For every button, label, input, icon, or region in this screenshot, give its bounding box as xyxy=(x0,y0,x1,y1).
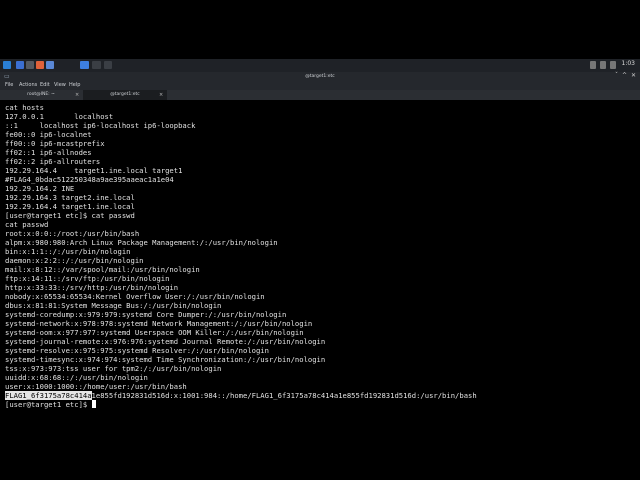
terminal-line: 192.29.164.2 INE xyxy=(5,184,75,193)
taskbar: 1:03 xyxy=(0,59,640,73)
terminal-line: systemd-coredump:x:979:979:systemd Core … xyxy=(5,310,287,319)
terminal-line: ff02::2 ip6-allrouters xyxy=(5,157,101,166)
terminal-line: 192.29.164.4 target1.ine.local target1 xyxy=(5,166,183,175)
terminal-line: http:x:33:33::/srv/http:/usr/bin/nologin xyxy=(5,283,179,292)
menu-bar xyxy=(0,81,640,90)
terminal-line: 192.29.164.3 target2.ine.local xyxy=(5,193,135,202)
terminal-line: fe00::0 ip6-localnet xyxy=(5,130,92,139)
terminal-line: #FLAG4_0bdac512250348a9ae395aaeac1a1e04 xyxy=(5,175,174,184)
terminal-line: root:x:0:0::/root:/usr/bin/bash xyxy=(5,229,140,238)
terminal-line: ff00::0 ip6-mcastprefix xyxy=(5,139,105,148)
text-cursor xyxy=(91,400,96,408)
terminal-line: mail:x:8:12::/var/spool/mail:/usr/bin/no… xyxy=(5,265,200,274)
workspace-2-icon[interactable] xyxy=(92,61,101,69)
terminal-line: systemd-journal-remote:x:976:976:systemd… xyxy=(5,337,326,346)
screen-icon[interactable] xyxy=(590,61,596,69)
terminal-line: systemd-resolve:x:975:975:systemd Resolv… xyxy=(5,346,269,355)
menu-actions[interactable]: Actions xyxy=(19,82,37,89)
window-icon[interactable] xyxy=(104,61,112,69)
shell-prompt: [user@target1 etc]$ xyxy=(5,400,92,409)
terminal-output[interactable]: cat hosts 127.0.0.1 localhost::1 localhos… xyxy=(5,103,477,409)
terminal-line: 127.0.0.1 localhost xyxy=(5,112,114,121)
flag-line-rest: 1e855fd192831d516d:x:1001:984::/home/FLA… xyxy=(91,391,477,400)
terminal-line: uuidd:x:68:68::/:/usr/bin/nologin xyxy=(5,373,148,382)
terminal-line: systemd-timesync:x:974:974:systemd Time … xyxy=(5,355,326,364)
terminal-line: bin:x:1:1::/:/usr/bin/nologin xyxy=(5,247,131,256)
terminal-line: cat hosts xyxy=(5,103,44,112)
terminal-line: cat passwd xyxy=(5,220,49,229)
terminal-line: alpm:x:980:980:Arch Linux Package Manage… xyxy=(5,238,278,247)
menu-file[interactable]: File xyxy=(5,82,13,89)
terminal-icon[interactable] xyxy=(26,61,34,69)
terminal-line: [user@target1 etc]$ cat passwd xyxy=(5,211,135,220)
terminal-line: systemd-oom:x:977:977:systemd Userspace … xyxy=(5,328,304,337)
terminal-line: user:x:1000:1000::/home/user:/usr/bin/ba… xyxy=(5,382,187,391)
menu-help[interactable]: Help xyxy=(69,82,80,89)
window-title: @target1:etc xyxy=(305,74,335,79)
tab-close-icon[interactable]: × xyxy=(159,90,163,100)
kali-menu-icon[interactable] xyxy=(3,61,11,69)
selected-text[interactable]: FLAG1_6f3175a78c414a xyxy=(5,391,92,400)
terminal-line: dbus:x:81:81:System Message Bus:/:/usr/b… xyxy=(5,301,222,310)
terminal-line: systemd-network:x:978:978:systemd Networ… xyxy=(5,319,313,328)
tab-label: root@INE: ~ xyxy=(27,92,55,97)
tab-target1-etc[interactable]: @target1:etc × xyxy=(83,90,167,100)
terminal-line: tss:x:973:973:tss user for tpm2:/:/usr/b… xyxy=(5,364,222,373)
clock: 1:03 xyxy=(621,60,635,67)
workspace-1-icon[interactable] xyxy=(80,61,89,69)
power-icon[interactable] xyxy=(610,61,616,69)
tab-label: @target1:etc xyxy=(110,92,140,97)
browser-icon[interactable] xyxy=(36,61,44,69)
tab-close-icon[interactable]: × xyxy=(75,90,79,100)
terminal-line: ftp:x:14:11::/srv/ftp:/usr/bin/nologin xyxy=(5,274,170,283)
terminal-line: daemon:x:2:2::/:/usr/bin/nologin xyxy=(5,256,144,265)
menu-view[interactable]: View xyxy=(54,82,66,89)
tab-root-ine[interactable]: root@INE: ~ × xyxy=(0,90,82,100)
settings-icon[interactable] xyxy=(46,61,54,69)
terminal-line: ff02::1 ip6-allnodes xyxy=(5,148,92,157)
terminal-line: ::1 localhost ip6-localhost ip6-loopback xyxy=(5,121,196,130)
bell-icon[interactable] xyxy=(600,61,606,69)
flag-line[interactable]: FLAG1_6f3175a78c414a1e855fd192831d516d:x… xyxy=(5,391,477,400)
terminal-line: 192.29.164.4 target1.ine.local xyxy=(5,202,135,211)
terminal-line: nobody:x:65534:65534:Kernel Overflow Use… xyxy=(5,292,265,301)
menu-edit[interactable]: Edit xyxy=(40,82,50,89)
prompt-line[interactable]: [user@target1 etc]$ xyxy=(5,400,477,409)
folder-icon[interactable] xyxy=(16,61,24,69)
